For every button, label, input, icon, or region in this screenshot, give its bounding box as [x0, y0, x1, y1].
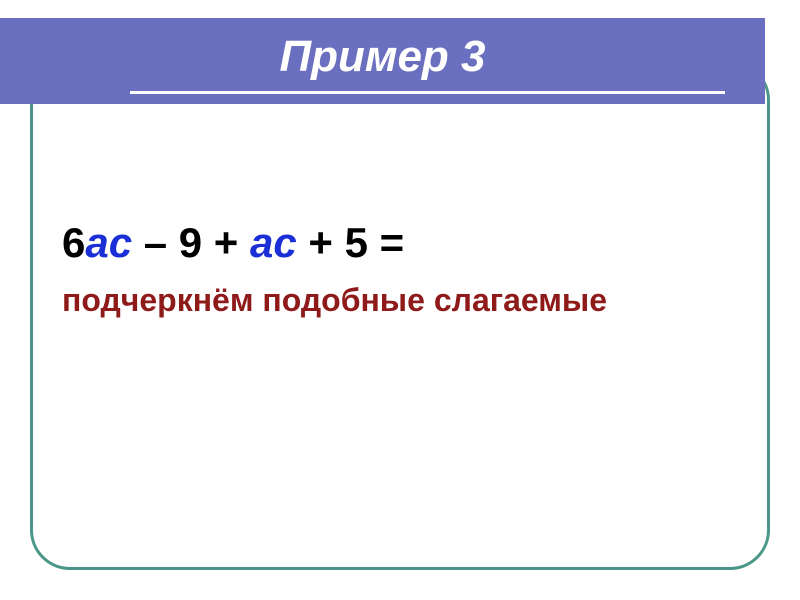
title-bar: Пример 3: [0, 18, 765, 104]
variable-2: ас: [250, 219, 297, 266]
instruction-text: подчеркнём подобные слагаемые: [62, 282, 607, 319]
equation: 6ас – 9 + ас + 5 =: [62, 218, 607, 268]
title-underline: [130, 91, 725, 94]
coefficient-1: 6: [62, 219, 85, 266]
variable-1: ас: [85, 219, 132, 266]
slide-body: 6ас – 9 + ас + 5 = подчеркнём подобные с…: [62, 218, 607, 319]
slide-title: Пример 3: [0, 18, 765, 82]
operator-segment-1: – 9 +: [132, 219, 250, 266]
operator-segment-2: + 5 =: [297, 219, 404, 266]
slide: Пример 3 6ас – 9 + ас + 5 = подчеркнём п…: [0, 0, 800, 600]
